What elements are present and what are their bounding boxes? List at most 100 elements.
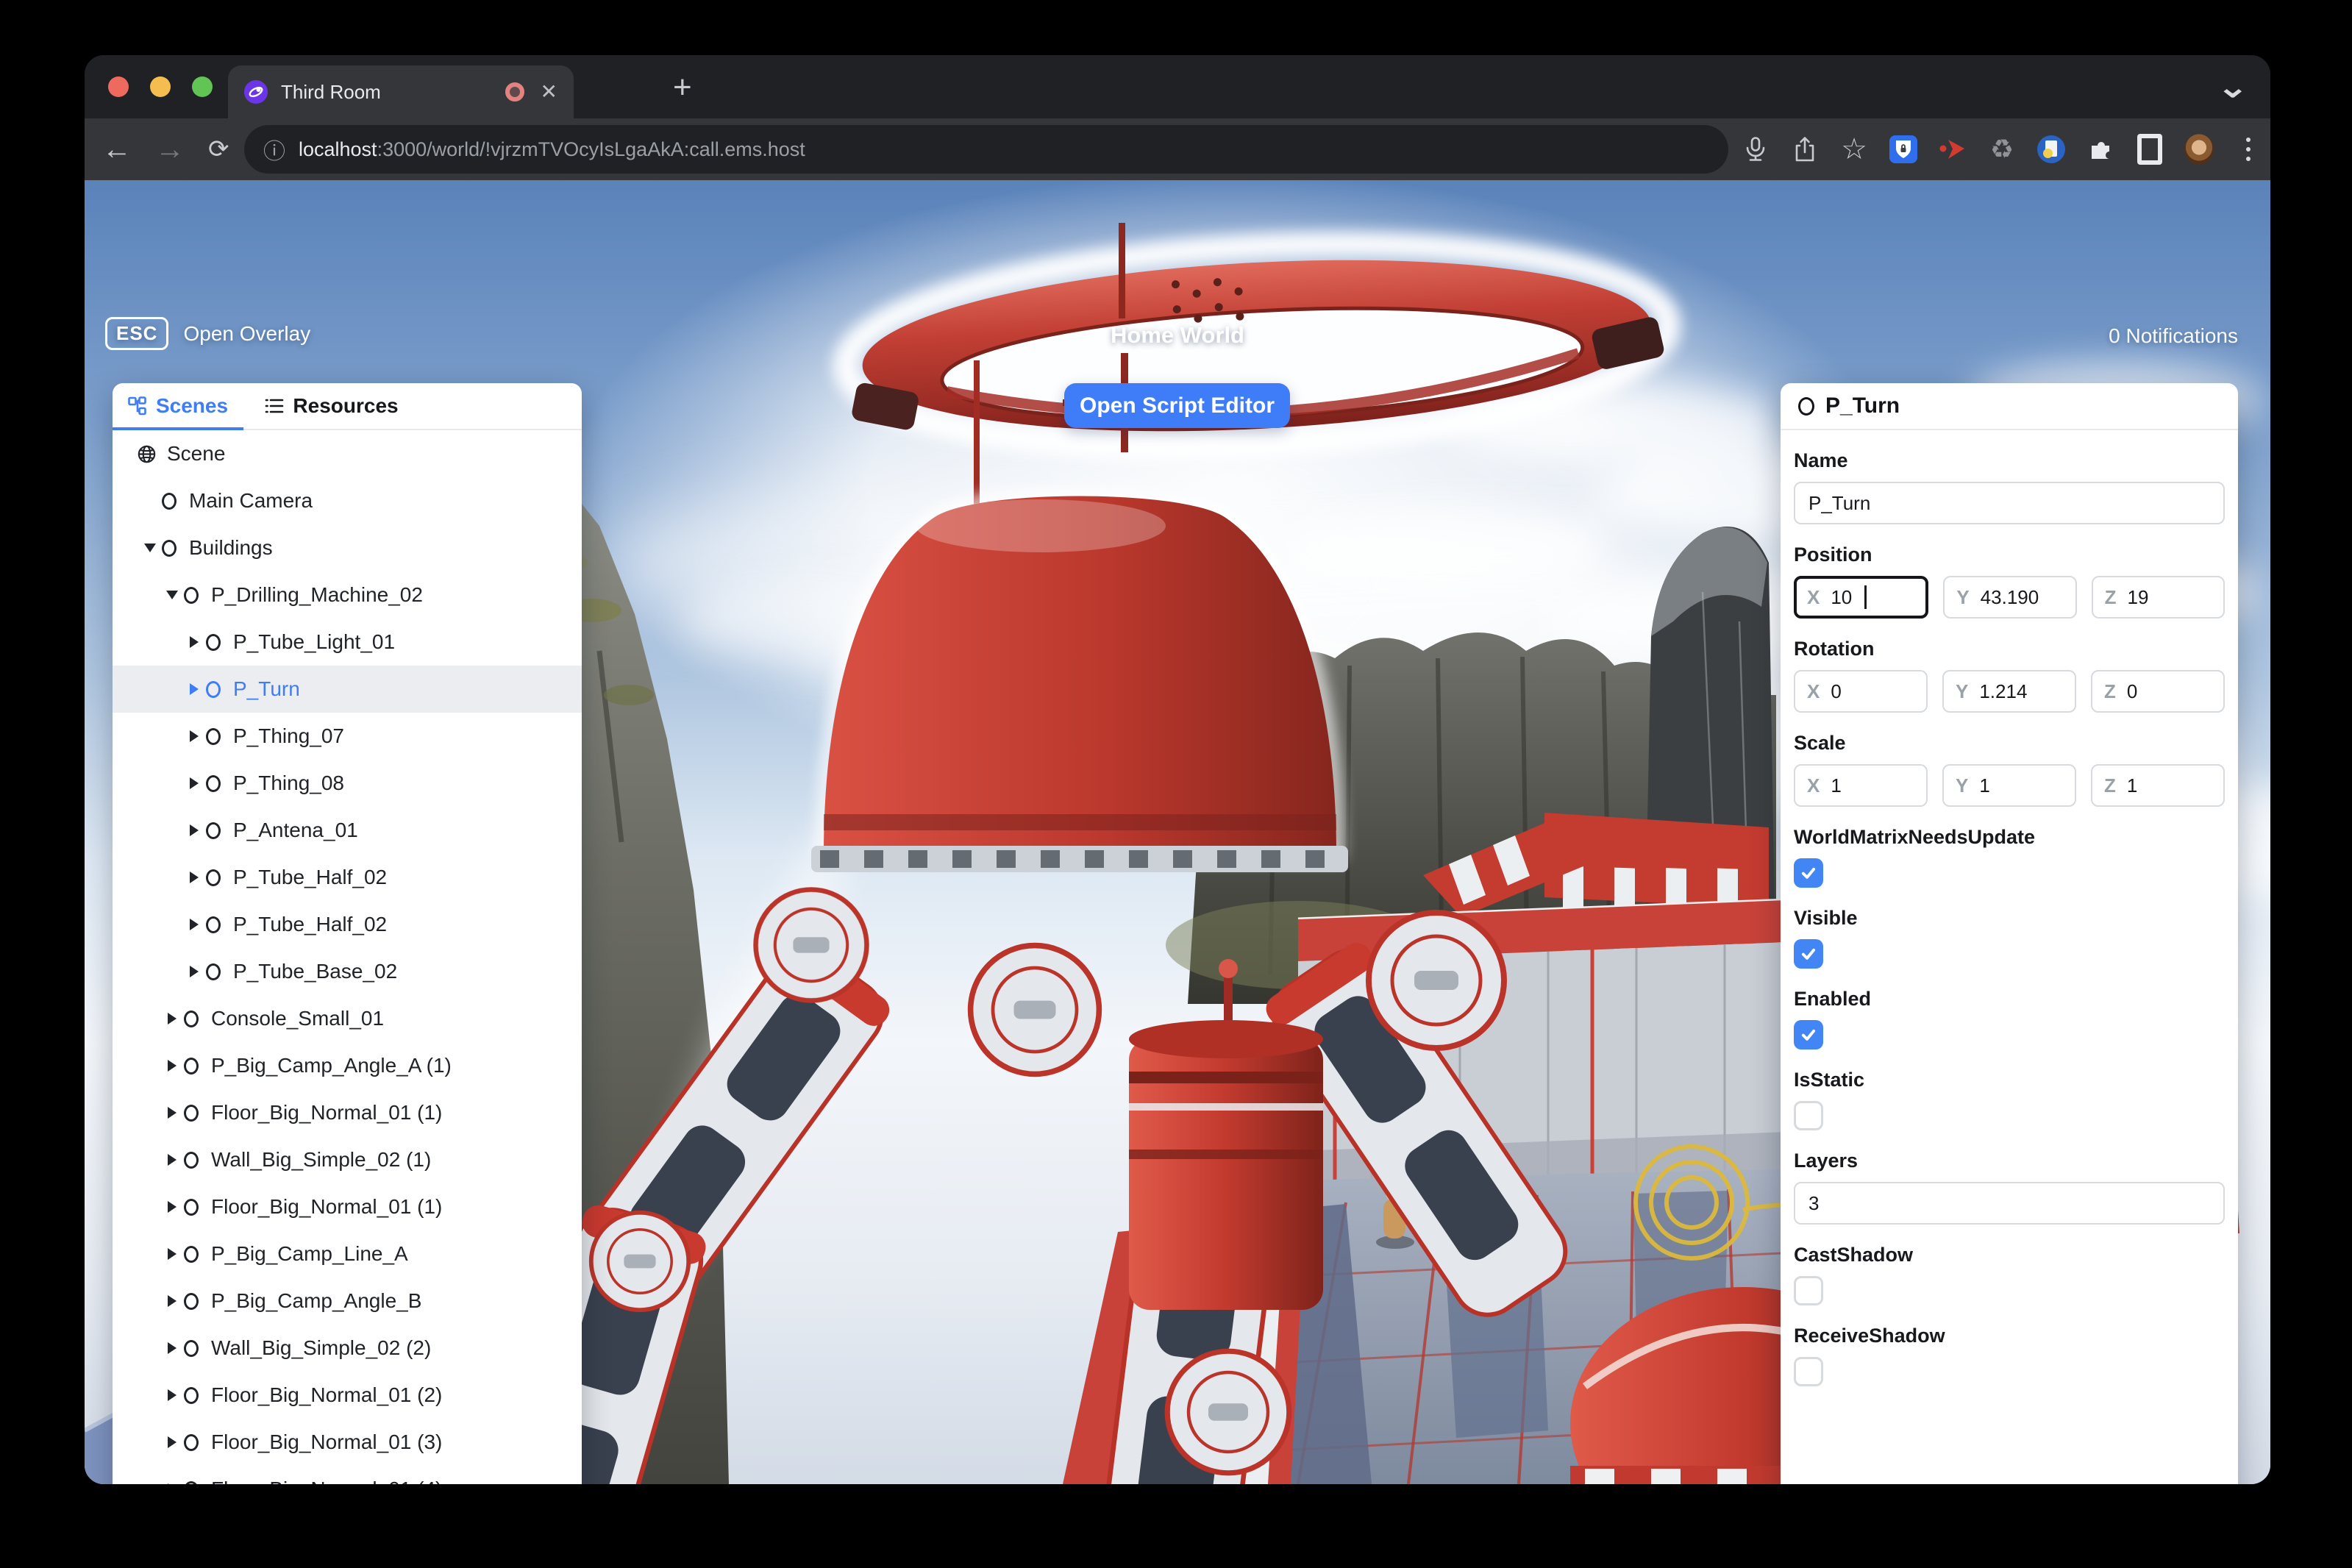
tree-collapsed-arrow-icon[interactable] [185,821,204,840]
tab-scenes[interactable]: Scenes [113,383,243,430]
scale-y-input[interactable]: Y1 [1942,764,2076,807]
tree-collapsed-arrow-icon[interactable] [163,1009,182,1028]
browser-tab[interactable]: Third Room ✕ [228,65,574,118]
red-extension-icon[interactable] [1938,135,1967,164]
tree-collapsed-arrow-icon[interactable] [185,727,204,746]
tree-item-label: P_Antena_01 [233,819,358,841]
screenshot-stage: Third Room ✕ + ⌄ ← → ⟳ ⓘ localhost:3000/… [0,0,2352,1568]
tree-collapsed-arrow-icon[interactable] [185,868,204,887]
chevron-down-icon[interactable]: ⌄ [2217,73,2249,102]
rotation-x-input[interactable]: X0 [1794,670,1928,713]
enabled-checkbox[interactable] [1794,1020,1823,1050]
tree-item-p-big-camp-line-a[interactable]: P_Big_Camp_Line_A [113,1230,582,1277]
tree-item-label: Floor_Big_Normal_01 (1) [211,1195,443,1218]
tree-item-p-tube-base-02[interactable]: P_Tube_Base_02 [113,948,582,995]
recording-indicator-icon [505,82,524,101]
visible-checkbox[interactable] [1794,939,1823,969]
new-tab-button[interactable]: + [673,71,692,104]
recycle-extension-icon[interactable]: ♻ [1987,135,2017,164]
share-icon[interactable] [1790,135,1820,164]
forward-button[interactable]: → [155,133,185,166]
castshadow-checkbox[interactable] [1794,1276,1823,1305]
inspector-title: P_Turn [1825,393,1900,418]
tree-expanded-arrow-icon[interactable] [163,585,182,605]
close-window-button[interactable] [108,76,129,97]
minimize-window-button[interactable] [150,76,171,97]
tree-item-floor-big-normal-01-3-[interactable]: Floor_Big_Normal_01 (3) [113,1419,582,1466]
tree-item-floor-big-normal-01-2-[interactable]: Floor_Big_Normal_01 (2) [113,1372,582,1419]
tree-collapsed-arrow-icon[interactable] [163,1244,182,1264]
tree-expanded-arrow-icon[interactable] [140,538,160,557]
side-panel-icon[interactable] [2135,134,2164,165]
name-input[interactable]: P_Turn [1794,482,2225,524]
bitwarden-extension-icon[interactable] [1889,135,1918,164]
receiveshadow-checkbox[interactable] [1794,1357,1823,1386]
tree-collapsed-arrow-icon[interactable] [163,1433,182,1452]
tree-item-p-turn[interactable]: P_Turn [113,666,582,713]
layers-input[interactable]: 3 [1794,1182,2225,1225]
tree-collapsed-arrow-icon[interactable] [185,774,204,793]
url-text: localhost:3000/world/!vjrzmTVOcyIsLgaAkA… [299,138,805,160]
microphone-icon[interactable] [1741,135,1770,164]
tree-item-p-big-camp-angle-b[interactable]: P_Big_Camp_Angle_B [113,1277,582,1325]
open-script-editor-button[interactable]: Open Script Editor [1064,383,1290,428]
tab-resources[interactable]: Resources [243,383,420,429]
input-value: 43.190 [1980,585,2039,608]
close-tab-icon[interactable]: ✕ [541,82,557,102]
tree-item-wall-big-simple-02-1-[interactable]: Wall_Big_Simple_02 (1) [113,1136,582,1183]
extensions-puzzle-icon[interactable] [2086,135,2115,164]
position-y-input[interactable]: Y 43.190 [1943,576,2077,619]
back-button[interactable]: ← [102,133,132,166]
notifications-label[interactable]: 0 Notifications [2109,324,2238,348]
tree-collapsed-arrow-icon[interactable] [163,1056,182,1075]
hierarchy-icon [128,396,146,416]
tree-item-wall-big-simple-02-2-[interactable]: Wall_Big_Simple_02 (2) [113,1325,582,1372]
reload-button[interactable]: ⟳ [208,135,229,164]
tree-item-p-antena-01[interactable]: P_Antena_01 [113,807,582,854]
tree-item-floor-big-normal-01-1-[interactable]: Floor_Big_Normal_01 (1) [113,1089,582,1136]
scale-x-input[interactable]: X1 [1794,764,1928,807]
address-bar[interactable]: ⓘ localhost:3000/world/!vjrzmTVOcyIsLgaA… [244,125,1728,174]
tree-item-p-big-camp-angle-a-1-[interactable]: P_Big_Camp_Angle_A (1) [113,1042,582,1089]
tree-collapsed-arrow-icon[interactable] [185,632,204,652]
tree-item-p-tube-light-01[interactable]: P_Tube_Light_01 [113,619,582,666]
profile-avatar[interactable] [2184,134,2214,165]
tree-collapsed-arrow-icon[interactable] [185,962,204,981]
tree-collapsed-arrow-icon[interactable] [185,680,204,699]
dark-reader-extension-icon[interactable] [2036,135,2066,164]
tree-item-buildings[interactable]: Buildings [113,524,582,571]
list-icon [266,399,284,413]
tree-item-floor-big-normal-01-1-[interactable]: Floor_Big_Normal_01 (1) [113,1183,582,1230]
tree-item-p-drilling-machine-02[interactable]: P_Drilling_Machine_02 [113,571,582,619]
position-x-input[interactable]: X 10 [1794,576,1929,619]
tree-item-console-small-01[interactable]: Console_Small_01 [113,995,582,1042]
tree-item-scene[interactable]: Scene [113,430,582,477]
tree-item-p-thing-08[interactable]: P_Thing_08 [113,760,582,807]
tree-collapsed-arrow-icon[interactable] [163,1197,182,1216]
tree-item-p-tube-half-02[interactable]: P_Tube_Half_02 [113,901,582,948]
rotation-z-input[interactable]: Z0 [2091,670,2225,713]
tree-collapsed-arrow-icon[interactable] [185,915,204,934]
tree-collapsed-arrow-icon[interactable] [163,1339,182,1358]
tree-item-label: Wall_Big_Simple_02 (1) [211,1148,432,1171]
tree-collapsed-arrow-icon[interactable] [163,1150,182,1169]
tree-collapsed-arrow-icon[interactable] [163,1291,182,1311]
rotation-y-input[interactable]: Y 1.214 [1942,670,2076,713]
scale-z-input[interactable]: Z1 [2091,764,2225,807]
bookmark-star-icon[interactable]: ☆ [1839,135,1869,164]
zoom-window-button[interactable] [192,76,213,97]
worldmatrixneedsupdate-checkbox[interactable] [1794,858,1823,888]
site-info-icon[interactable]: ⓘ [263,133,285,165]
field-label: Layers [1794,1150,1859,1172]
isstatic-checkbox[interactable] [1794,1101,1823,1130]
tree-item-main-camera[interactable]: Main Camera [113,477,582,524]
tree-collapsed-arrow-icon[interactable] [163,1386,182,1405]
tree-item-p-thing-07[interactable]: P_Thing_07 [113,713,582,760]
browser-menu-kebab-icon[interactable] [2234,135,2263,164]
tree-item-floor-big-normal-01-4-[interactable]: Floor_Big_Normal_01 (4) [113,1466,582,1484]
tree-item-p-tube-half-02[interactable]: P_Tube_Half_02 [113,854,582,901]
tree-collapsed-arrow-icon[interactable] [163,1103,182,1122]
position-z-input[interactable]: Z 19 [2091,576,2225,619]
tree-collapsed-arrow-icon[interactable] [163,1480,182,1484]
field-label: Scale [1794,732,1846,754]
